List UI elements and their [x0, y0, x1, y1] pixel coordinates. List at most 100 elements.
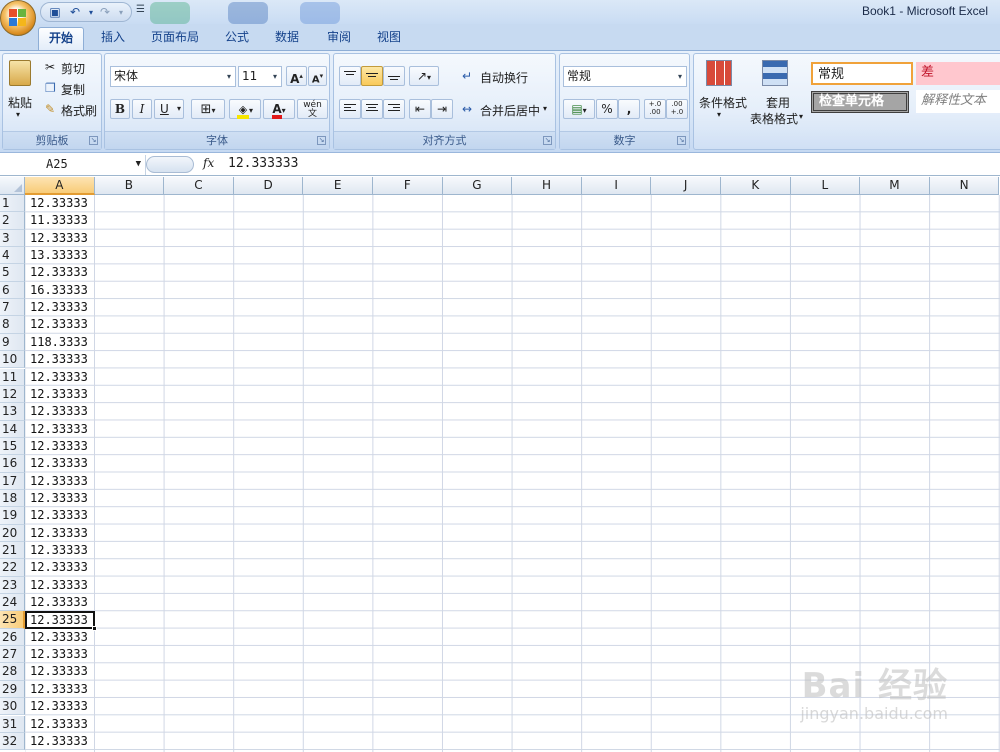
wrap-text-button[interactable]: 自动换行: [480, 69, 528, 86]
row-header[interactable]: 29: [0, 680, 25, 699]
column-header-l[interactable]: L: [790, 177, 861, 195]
cell-a[interactable]: 12.33333: [25, 542, 95, 559]
row-header[interactable]: 31: [0, 715, 25, 733]
style-explanatory[interactable]: 解释性文本: [916, 90, 1000, 113]
tab-view[interactable]: 视图: [368, 27, 410, 50]
cell-a[interactable]: 12.33333: [25, 577, 95, 594]
row-header[interactable]: 6: [0, 281, 25, 300]
column-header-n[interactable]: N: [929, 177, 1000, 195]
row-header[interactable]: 19: [0, 507, 25, 525]
redo-dropdown-icon[interactable]: ▾: [113, 5, 129, 20]
row-header[interactable]: 5: [0, 264, 25, 282]
number-launcher-icon[interactable]: ↘: [677, 136, 686, 145]
formula-input[interactable]: 12.333333: [228, 156, 298, 171]
row-header[interactable]: 17: [0, 472, 25, 490]
paste-button[interactable]: 粘贴: [8, 94, 32, 111]
column-header-e[interactable]: E: [303, 177, 373, 195]
style-check-cell[interactable]: 检查单元格: [811, 91, 909, 113]
row-header[interactable]: 3: [0, 229, 25, 248]
office-button[interactable]: [0, 0, 36, 36]
font-name-select[interactable]: 宋体 ▾: [110, 66, 236, 87]
cell-a[interactable]: 12.33333: [25, 264, 95, 281]
row-header[interactable]: 10: [0, 351, 25, 369]
align-bottom-button[interactable]: [383, 66, 405, 86]
row-header[interactable]: 9: [0, 333, 25, 352]
cell-a[interactable]: 12.33333: [25, 629, 95, 646]
row-header[interactable]: 2: [0, 212, 25, 230]
column-header-d[interactable]: D: [233, 177, 304, 195]
column-header-m[interactable]: M: [860, 177, 930, 195]
row-header[interactable]: 13: [0, 403, 25, 421]
tab-page-layout[interactable]: 页面布局: [142, 27, 208, 50]
cell-a[interactable]: 12.33333: [25, 663, 95, 680]
cell-a[interactable]: 12.33333: [25, 351, 95, 368]
format-as-table-line1[interactable]: 套用: [766, 94, 790, 111]
conditional-dropdown-icon[interactable]: ▾: [717, 110, 721, 119]
name-box[interactable]: A25 ▼: [0, 155, 146, 175]
cell-a[interactable]: 13.33333: [25, 247, 95, 264]
row-header[interactable]: 27: [0, 646, 25, 664]
redo-icon[interactable]: ↷: [97, 5, 113, 20]
decrease-indent-button[interactable]: ⇤: [409, 99, 431, 119]
increase-decimal-button[interactable]: +.0 .00: [644, 99, 666, 119]
cell-a[interactable]: 12.33333: [25, 490, 95, 507]
row-header[interactable]: 20: [0, 524, 25, 542]
italic-button[interactable]: I: [132, 99, 152, 119]
customize-qat-icon[interactable]: ☰: [136, 4, 145, 15]
align-middle-button[interactable]: [361, 66, 383, 86]
insert-function-icon[interactable]: fx: [203, 156, 214, 170]
row-header[interactable]: 1: [0, 195, 25, 213]
tab-data[interactable]: 数据: [266, 27, 308, 50]
bold-button[interactable]: B: [110, 99, 130, 119]
tab-home[interactable]: 开始: [38, 27, 84, 50]
active-cell[interactable]: 12.33333: [25, 611, 95, 629]
column-header-g[interactable]: G: [442, 177, 513, 195]
alignment-launcher-icon[interactable]: ↘: [543, 136, 552, 145]
row-header[interactable]: 28: [0, 663, 25, 681]
conditional-format-button[interactable]: 条件格式: [699, 94, 747, 111]
cell-area[interactable]: [25, 195, 1000, 752]
increase-indent-button[interactable]: ⇥: [431, 99, 453, 119]
number-format-select[interactable]: 常规 ▾: [563, 66, 687, 87]
cell-a[interactable]: 12.33333: [25, 473, 95, 490]
cell-a[interactable]: 12.33333: [25, 646, 95, 663]
copy-button[interactable]: 复制: [61, 81, 85, 98]
shrink-font-button[interactable]: A▾: [308, 66, 327, 86]
comma-button[interactable]: ,: [618, 99, 640, 119]
save-icon[interactable]: ▣: [47, 5, 63, 20]
row-header[interactable]: 26: [0, 628, 25, 647]
paste-icon[interactable]: [9, 60, 31, 86]
format-painter-button[interactable]: 格式刷: [61, 102, 97, 119]
select-all-corner[interactable]: [0, 177, 25, 195]
row-header[interactable]: 30: [0, 698, 25, 716]
worksheet-grid[interactable]: ABCDEFGHIJKLMN 1 2 3 4 5 6 7 8 9 10 11 12 13 14 15 16 17…: [0, 177, 1000, 752]
style-normal[interactable]: 常规: [811, 62, 913, 85]
clipboard-launcher-icon[interactable]: ↘: [89, 136, 98, 145]
row-header[interactable]: 22: [0, 559, 25, 577]
table-format-dropdown-icon[interactable]: ▾: [799, 112, 803, 121]
cut-button[interactable]: 剪切: [61, 60, 85, 77]
cell-a[interactable]: 12.33333: [25, 594, 95, 611]
align-center-button[interactable]: [361, 99, 383, 119]
font-launcher-icon[interactable]: ↘: [317, 136, 326, 145]
cell-a[interactable]: 12.33333: [25, 455, 95, 472]
tab-review[interactable]: 审阅: [318, 27, 360, 50]
column-header-a[interactable]: A: [25, 177, 95, 195]
column-header-i[interactable]: I: [581, 177, 652, 195]
cell-a[interactable]: 12.33333: [25, 525, 95, 542]
grow-font-button[interactable]: A▴: [286, 66, 307, 86]
column-header-b[interactable]: B: [94, 177, 165, 195]
cell-a[interactable]: 16.33333: [25, 282, 95, 299]
column-header-j[interactable]: J: [651, 177, 721, 195]
row-header[interactable]: 7: [0, 299, 25, 317]
cell-a[interactable]: 12.33333: [25, 316, 95, 333]
row-header[interactable]: 25: [0, 611, 25, 629]
cell-a[interactable]: 12.33333: [25, 681, 95, 698]
undo-icon[interactable]: ↶: [67, 5, 83, 20]
format-as-table-button[interactable]: 表格格式: [750, 110, 798, 127]
row-header[interactable]: 21: [0, 542, 25, 560]
formula-bar-handle[interactable]: [146, 156, 194, 173]
cell-a[interactable]: 12.33333: [25, 299, 95, 316]
cell-a[interactable]: 118.3333: [25, 334, 95, 351]
phonetic-guide-button[interactable]: wén 文: [297, 99, 328, 119]
